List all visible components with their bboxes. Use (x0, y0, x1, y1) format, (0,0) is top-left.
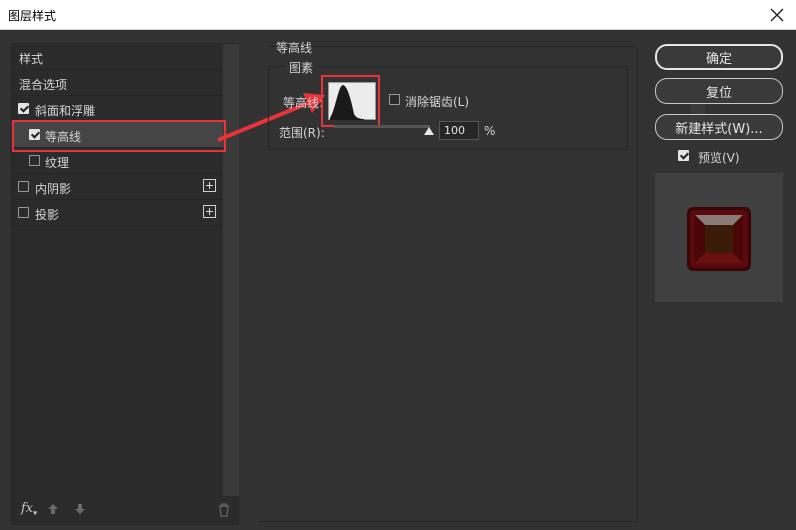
move-down-icon[interactable] (74, 503, 86, 518)
elements-fieldset-title: 图素 (286, 59, 317, 76)
style-list-item-label: 纹理 (45, 156, 70, 170)
style-list-item-styles[interactable]: 样式 (12, 44, 223, 70)
dialog-titlebar: 图层样式 (0, 0, 796, 30)
style-list-item-bevel-emboss[interactable]: 斜面和浮雕 (12, 96, 223, 122)
range-slider-thumb[interactable] (424, 127, 434, 135)
style-preview (655, 173, 783, 302)
dialog-title: 图层样式 (8, 9, 57, 23)
reset-button[interactable]: 复位 (655, 78, 783, 104)
trash-icon[interactable] (218, 503, 230, 520)
anti-alias-label: 消除锯齿(L) (405, 95, 470, 109)
add-inner-shadow-icon[interactable] (203, 179, 216, 192)
style-list-toolbar: fx▾ (12, 496, 238, 524)
inner-shadow-checkbox[interactable] (18, 181, 29, 192)
range-slider-track[interactable] (334, 125, 430, 128)
close-icon[interactable] (766, 4, 788, 26)
bevel-emboss-checkbox[interactable] (18, 103, 29, 114)
style-list-item-label: 样式 (19, 52, 44, 66)
anti-alias-checkbox[interactable] (389, 94, 400, 105)
preview-label: 预览(V) (698, 151, 740, 165)
range-input[interactable]: 100 (439, 121, 479, 140)
group-divider (268, 46, 636, 47)
style-list-item-label: 混合选项 (19, 78, 68, 92)
style-list-item-drop-shadow[interactable]: 投影 (12, 200, 223, 226)
preview-thumbnail (687, 207, 751, 271)
contour-group-title: 等高线 (276, 41, 313, 55)
style-list-item-label: 斜面和浮雕 (35, 104, 96, 118)
ok-button[interactable]: 确定 (655, 44, 783, 70)
texture-checkbox[interactable] (29, 155, 40, 166)
fx-label: fx (21, 501, 34, 516)
preview-checkbox[interactable] (678, 150, 689, 161)
range-label: 范围(R): (279, 126, 325, 140)
new-style-button[interactable]: 新建样式(W)... (655, 114, 783, 140)
style-list-item-inner-shadow[interactable]: 内阴影 (12, 174, 223, 200)
style-list-item-label: 投影 (35, 208, 60, 222)
annotation-highlight-contour-picker (321, 75, 380, 127)
style-list-item-blending-options[interactable]: 混合选项 (12, 70, 223, 96)
range-unit: % (484, 124, 496, 138)
style-list-item-label: 内阴影 (35, 182, 72, 196)
add-drop-shadow-icon[interactable] (203, 205, 216, 218)
drop-shadow-checkbox[interactable] (18, 207, 29, 218)
fx-icon[interactable]: fx▾ (21, 501, 37, 518)
contour-label: 等高线: (283, 96, 324, 110)
annotation-highlight-contour-item (12, 120, 226, 152)
move-up-icon[interactable] (47, 503, 59, 518)
style-list-panel: 样式 混合选项 斜面和浮雕 等高线 纹理 内阴影 投影 fx▾ (11, 43, 239, 525)
